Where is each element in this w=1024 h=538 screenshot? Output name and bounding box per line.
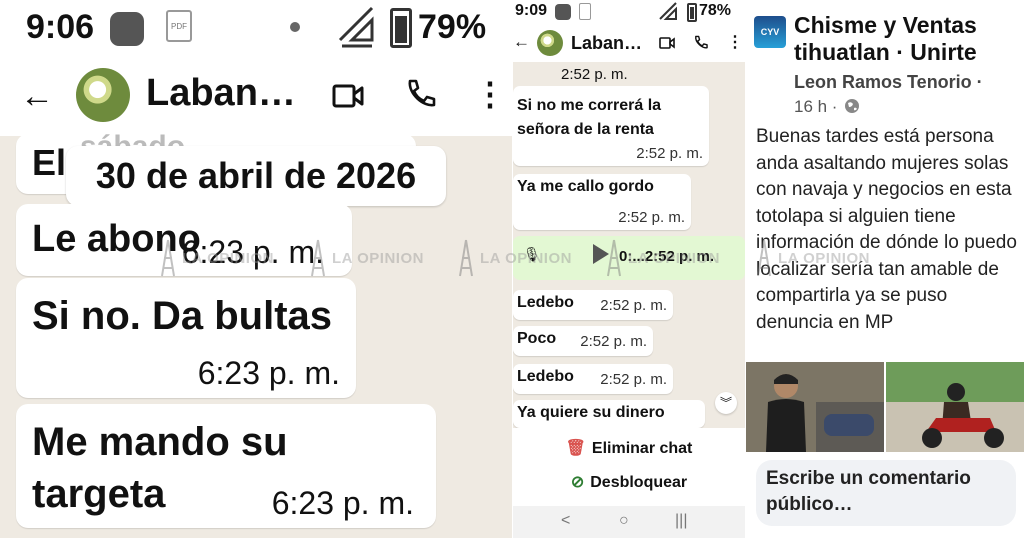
motorcycle-photo xyxy=(886,362,1024,452)
message-bubble: Ya me callo gordo 2:52 p. m. xyxy=(513,174,691,230)
microphone-icon: 🎙 xyxy=(523,246,541,262)
message-time: 6:23 p. m. xyxy=(197,355,340,391)
globe-icon xyxy=(845,99,859,113)
notification-app-icon xyxy=(555,4,571,20)
chat-screenshot-middle: 9:09 78% ← Laban… ⋮ 2:52 p. m. Si no me … xyxy=(513,0,745,538)
post-body: Buenas tardes está persona anda asaltand… xyxy=(756,126,1017,333)
status-time: 9:06 xyxy=(26,8,95,46)
chat-actions: 🗑 Eliminar chat ⊘ Desbloquear xyxy=(513,428,745,506)
message-bubble: Ledebo 2:52 p. m. xyxy=(513,364,673,394)
comment-input[interactable]: Escribe un comentario público… xyxy=(756,460,1016,526)
message-text: Ledebo xyxy=(517,368,574,385)
message-text: Le abono xyxy=(32,218,201,260)
pdf-notification-icon: PDF xyxy=(166,10,192,42)
signal-icon xyxy=(338,6,374,48)
phone-call-icon[interactable] xyxy=(404,78,436,110)
message-bubble: Ledebo 2:52 p. m. xyxy=(513,290,673,320)
video-call-icon[interactable] xyxy=(332,82,364,110)
unblock-button[interactable]: ⊘ Desbloquear xyxy=(513,472,745,492)
message-text: Poco xyxy=(517,330,557,347)
message-bubble: Poco 2:52 p. m. xyxy=(513,326,653,356)
status-bar: 9:06 PDF 79% xyxy=(0,0,512,58)
chat-header: ← Laban… ⋮ xyxy=(0,58,512,136)
voice-message[interactable]: 🎙 0:...2:52 p. m. xyxy=(513,236,745,280)
message-text: Me mando su xyxy=(32,420,288,464)
system-nav-bar: < ○ ||| xyxy=(513,506,745,538)
date-separator: 30 de abril de 2026 xyxy=(66,146,446,206)
post-time: 16 h · xyxy=(794,97,838,116)
nav-back-icon[interactable]: < xyxy=(561,512,570,530)
more-options-icon[interactable]: ⋮ xyxy=(474,78,506,110)
message-text: Ya quiere su dinero xyxy=(517,404,665,421)
status-bar: 9:09 78% xyxy=(513,0,745,26)
message-time: 2:52 p. m. xyxy=(561,66,628,83)
notification-dot-icon xyxy=(290,22,300,32)
facebook-post-screenshot: CYV Chisme y Ventas tihuatlan · Unirte L… xyxy=(746,0,1024,538)
message-bubble: Si no. Da bultas 6:23 p. m. xyxy=(16,278,356,398)
message-bubble: Ya quiere su dinero xyxy=(513,400,705,428)
message-time: 2:52 p. m. xyxy=(600,297,667,314)
comment-placeholder: Escribe un comentario público… xyxy=(766,468,971,515)
battery-icon xyxy=(687,3,697,22)
block-icon: ⊘ xyxy=(570,474,585,491)
message-bubble: Me mando su targeta 6:23 p. m. xyxy=(16,404,436,528)
pdf-notification-icon xyxy=(579,3,591,20)
post-photo[interactable] xyxy=(886,362,1024,452)
post-photo[interactable] xyxy=(746,362,884,452)
chat-title[interactable]: Laban… xyxy=(146,72,296,115)
back-arrow-icon[interactable]: ← xyxy=(20,76,54,116)
back-arrow-icon[interactable]: ← xyxy=(513,32,530,52)
avatar[interactable] xyxy=(76,68,130,122)
nav-home-icon[interactable]: ○ xyxy=(619,512,629,530)
group-name[interactable]: Chisme y Ventas tihuatlan · Unirte xyxy=(794,12,1022,66)
message-text: Ledebo xyxy=(517,294,574,311)
message-time: 2:52 p. m. xyxy=(600,371,667,388)
message-time: 2:52 p. m. xyxy=(618,209,685,226)
scroll-down-icon[interactable]: ︾ xyxy=(715,392,737,414)
voice-message-meta: 0:...2:52 p. m. xyxy=(619,248,715,265)
battery-percent: 78% xyxy=(699,2,732,19)
status-time: 9:09 xyxy=(515,2,548,19)
message-text: Si no me correrá la señora de la renta xyxy=(517,97,662,138)
person-photo xyxy=(746,362,884,452)
play-icon[interactable] xyxy=(593,244,609,264)
message-time: 2:52 p. m. xyxy=(580,333,647,350)
unblock-label: Desbloquear xyxy=(590,474,688,491)
avatar[interactable] xyxy=(537,30,563,56)
nav-recents-icon[interactable]: ||| xyxy=(675,512,687,530)
message-text: Si no. Da bultas xyxy=(32,294,333,338)
chat-screenshot-left: 9:06 PDF 79% ← Laban… ⋮ El sábado 30 de … xyxy=(0,0,512,538)
message-text: targeta xyxy=(32,472,166,516)
delete-chat-label: Eliminar chat xyxy=(591,440,693,457)
signal-icon xyxy=(659,2,677,20)
message-time: 6:23 p. m. xyxy=(181,234,324,270)
battery-icon xyxy=(390,8,412,48)
trash-icon: 🗑 xyxy=(565,440,586,457)
message-bubble: Si no me correrá la señora de la renta 2… xyxy=(513,86,709,166)
more-options-icon[interactable]: ⋮ xyxy=(727,32,743,52)
group-logo[interactable]: CYV xyxy=(754,16,786,48)
message-time: 2:52 p. m. xyxy=(636,145,703,162)
notification-app-icon xyxy=(110,12,144,46)
chat-header: ← Laban… ⋮ xyxy=(513,26,745,62)
message-text: El xyxy=(32,142,67,183)
video-call-icon[interactable] xyxy=(659,36,675,50)
battery-percent: 79% xyxy=(418,8,487,46)
message-text: Ya me callo gordo xyxy=(517,178,654,195)
phone-call-icon[interactable] xyxy=(693,35,708,50)
delete-chat-button[interactable]: 🗑 Eliminar chat xyxy=(513,438,745,458)
chat-title[interactable]: Laban… xyxy=(571,33,642,54)
message-time: 6:23 p. m. xyxy=(271,485,414,521)
message-bubble: Le abono 6:23 p. m. xyxy=(16,204,352,276)
post-author[interactable]: Leon Ramos Tenorio · xyxy=(794,72,983,93)
